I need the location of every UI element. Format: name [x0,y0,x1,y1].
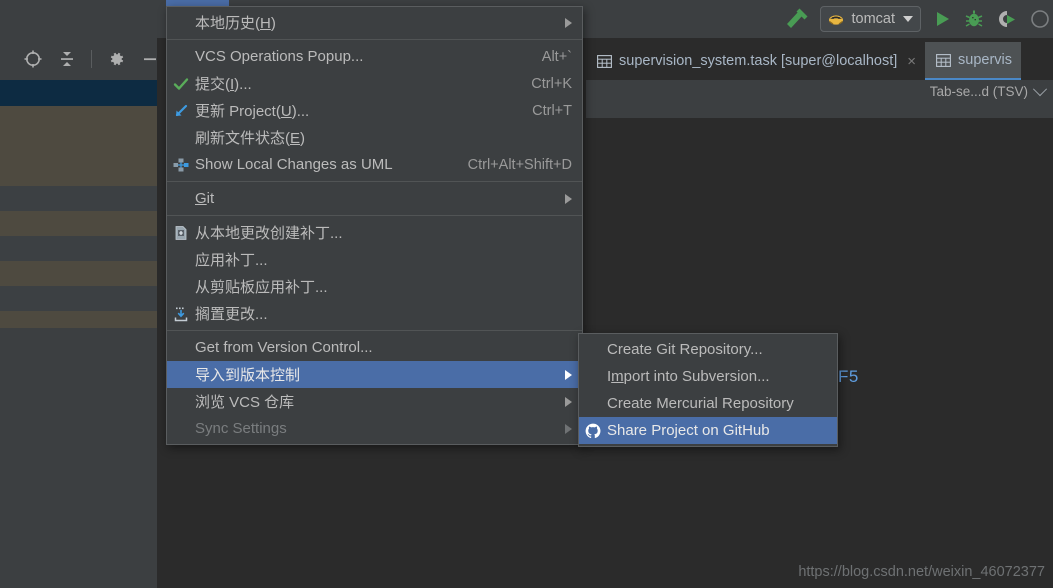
debug-icon[interactable] [963,8,985,30]
import-into-version-control-submenu[interactable]: Create Git Repository... Import into Sub… [578,333,838,447]
gear-icon[interactable] [106,49,126,69]
editor-tab-label: supervision_system.task [super@localhost… [619,53,898,69]
tomcat-icon [827,11,845,27]
grid-stripe [0,236,157,261]
menu-item-vcs-operations-popup[interactable]: VCS Operations Popup... Alt+` [167,43,582,70]
menu-separator [167,39,582,40]
menu-item-label: Show Local Changes as UML [195,156,393,173]
menu-item-label: 从剪贴板应用补丁... [195,279,328,296]
submenu-item-share-project-on-github[interactable]: Share Project on GitHub [579,417,837,444]
github-icon [579,423,607,439]
more-icon[interactable] [1027,8,1049,30]
submenu-item-import-into-subversion[interactable]: Import into Subversion... [579,363,837,390]
database-selected-row[interactable] [0,80,157,106]
submenu-item-label: Create Mercurial Repository [607,395,794,412]
menu-item-refresh-file-status[interactable]: 刷新文件状态(E) [167,124,582,151]
chevron-down-icon[interactable] [903,16,913,22]
menu-item-apply-patch[interactable]: 应用补丁... [167,246,582,273]
editor-tab[interactable]: supervis [925,42,1022,80]
menu-item-git[interactable]: Git [167,185,582,212]
database-editor-tabs: supervision_system.task [super@localhost… [586,42,1022,80]
watermark: https://blog.csdn.net/weixin_46072377 [798,564,1045,580]
panel-divider [157,38,166,588]
menu-item-label: 刷新文件状态(E) [195,130,306,147]
menu-item-label: 提交(I)... [195,76,252,93]
uml-diagram-icon [167,157,195,173]
menu-item-sync-settings: Sync Settings [167,415,582,442]
table-grid-icon [597,54,612,68]
table-grid-icon [936,53,951,67]
menu-item-commit[interactable]: 提交(I)... Ctrl+K [167,70,582,97]
csv-format-selector[interactable]: Tab-se...d (TSV) [929,81,1048,99]
menu-item-label: Get from Version Control... [195,339,373,356]
menu-separator [167,181,582,182]
editor-code-fragment: F5 [838,367,859,386]
blue-update-icon [167,103,195,119]
locate-data-source-icon[interactable] [23,49,43,69]
csv-format-label: Tab-se...d (TSV) [929,84,1028,99]
database-panel-body [0,328,157,588]
menu-item-local-history[interactable]: 本地历史(H) [167,9,582,36]
hammer-icon[interactable] [784,7,810,31]
submenu-arrow-icon [565,396,572,407]
menu-item-get-from-version-control[interactable]: Get from Version Control... [167,334,582,361]
submenu-arrow-icon [565,369,572,380]
editor-tab[interactable]: supervision_system.task [super@localhost… [586,42,925,80]
run-with-coverage-icon[interactable] [995,8,1017,30]
shelve-changes-icon [167,306,195,322]
menu-item-label: 更新 Project(U)... [195,103,310,120]
menu-item-import-into-version-control[interactable]: 导入到版本控制 [167,361,582,388]
toolbar-divider [91,50,92,68]
menu-item-label: 本地历史(H) [195,15,276,32]
submenu-arrow-icon [565,17,572,28]
menu-item-label: 应用补丁... [195,252,268,269]
create-patch-icon [167,225,195,241]
menu-item-update-project[interactable]: 更新 Project(U)... Ctrl+T [167,97,582,124]
menu-item-label: Git [195,190,215,207]
close-icon[interactable]: × [907,53,916,70]
grid-stripe [0,286,157,311]
menu-item-shortcut: Ctrl+T [532,102,572,119]
submenu-item-label: Import into Subversion... [607,368,770,385]
menu-item-create-patch-from-local-changes[interactable]: 从本地更改创建补丁... [167,219,582,246]
menu-item-show-local-changes-as-uml[interactable]: Show Local Changes as UML Ctrl+Alt+Shift… [167,151,582,178]
chevron-down-icon[interactable] [1032,81,1048,96]
grid-stripe [0,186,157,211]
collapse-all-icon[interactable] [57,49,77,69]
menu-item-shortcut: Ctrl+Alt+Shift+D [467,156,572,173]
submenu-item-create-mercurial-repository[interactable]: Create Mercurial Repository [579,390,837,417]
menu-item-apply-patch-from-clipboard[interactable]: 从剪贴板应用补丁... [167,273,582,300]
submenu-item-label: Share Project on GitHub [607,422,770,439]
menu-separator [167,330,582,331]
run-configuration-selector[interactable]: tomcat [820,6,921,32]
run-configuration-name: tomcat [851,11,895,27]
vcs-menu[interactable]: 本地历史(H) VCS Operations Popup... Alt+` 提交… [166,6,583,445]
submenu-arrow-icon [565,193,572,204]
menu-item-label: 浏览 VCS 仓库 [195,394,295,411]
submenu-item-create-git-repository[interactable]: Create Git Repository... [579,336,837,363]
menu-item-label: Sync Settings [195,420,287,437]
menu-item-shelve-changes[interactable]: 搁置更改... [167,300,582,327]
menu-item-label: 搁置更改... [195,306,268,323]
menu-item-label: 从本地更改创建补丁... [195,225,343,242]
menu-item-shortcut: Alt+` [541,48,572,65]
submenu-arrow-icon [565,423,572,434]
database-result-grid [0,106,157,328]
database-panel-toolbar [0,40,168,78]
editor-tab-label: supervis [958,52,1013,68]
menu-item-browse-vcs-repository[interactable]: 浏览 VCS 仓库 [167,388,582,415]
run-icon[interactable] [931,8,953,30]
menu-separator [167,215,582,216]
menu-item-label: VCS Operations Popup... [195,48,364,65]
ide-window: F5 tomcat supervision_system.task [super… [0,0,1053,588]
green-check-icon [167,76,195,92]
run-toolbar: tomcat [784,0,1053,38]
submenu-item-label: Create Git Repository... [607,341,763,358]
menu-item-label: 导入到版本控制 [195,367,301,384]
menu-item-shortcut: Ctrl+K [531,75,572,92]
